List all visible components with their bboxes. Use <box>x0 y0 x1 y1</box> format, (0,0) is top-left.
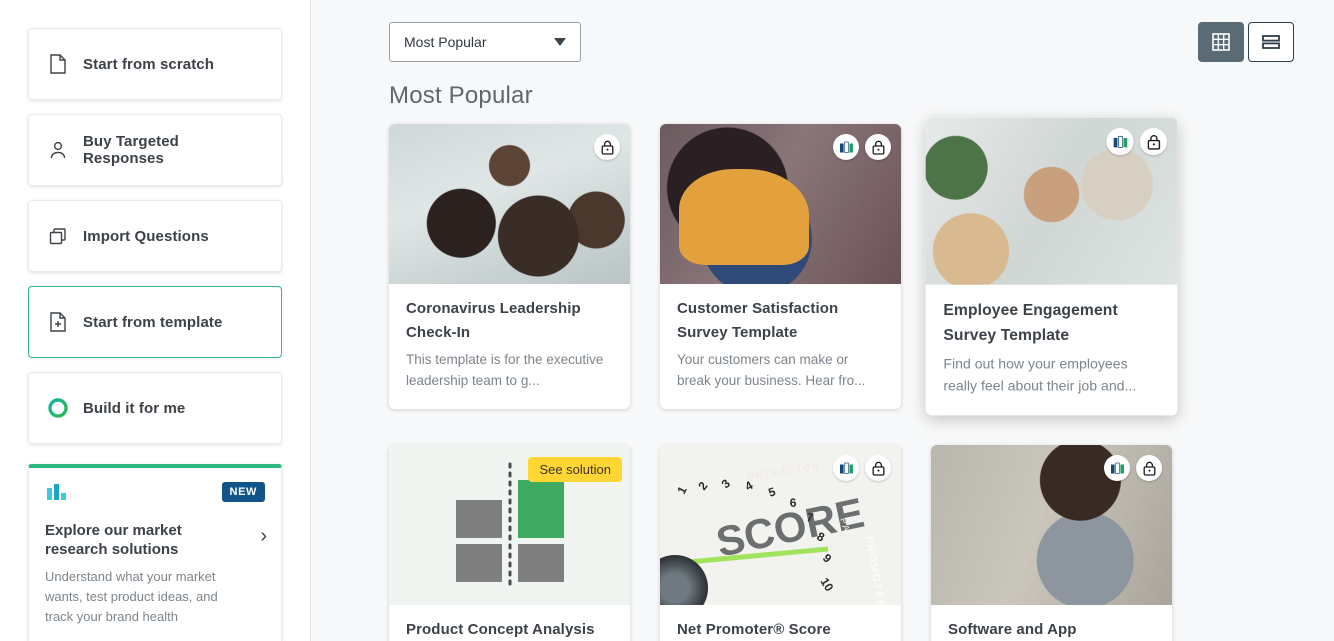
card-badges <box>833 134 891 160</box>
sort-dropdown[interactable]: Most Popular <box>389 22 581 62</box>
template-card[interactable]: Employee Engagement Survey Template Find… <box>925 117 1178 416</box>
card-badges <box>1104 455 1162 481</box>
card-body: Software and App <box>931 605 1172 641</box>
card-image <box>931 445 1172 605</box>
sidebar-item-label: Build it for me <box>83 399 186 417</box>
lock-icon <box>865 134 891 160</box>
sidebar-item-label: Start from template <box>83 313 223 331</box>
promo-description: Understand what your market wants, test … <box>45 569 218 624</box>
card-badges <box>594 134 620 160</box>
template-card[interactable]: Coronavirus Leadership Check-In This tem… <box>389 124 630 409</box>
bar-chart-icon <box>1104 455 1130 481</box>
green-ring-icon <box>47 397 69 419</box>
card-title: Employee Engagement Survey Template <box>943 301 1118 345</box>
svg-text:10: 10 <box>817 575 836 594</box>
sidebar-item-label: Import Questions <box>83 227 209 245</box>
list-view-button[interactable] <box>1248 22 1294 62</box>
card-image: SCORE DETRACTOR PASSIVE PROMOTER 1 2 3 4… <box>660 445 901 605</box>
sidebar-item-start-from-scratch[interactable]: Start from scratch <box>28 28 282 100</box>
toolbar: Most Popular <box>389 22 1294 62</box>
svg-text:6: 6 <box>789 496 797 510</box>
page-plus-icon <box>47 311 69 333</box>
promo-header: NEW <box>45 482 265 509</box>
sidebar-item-import-questions[interactable]: Import Questions <box>28 200 282 272</box>
card-title: Coronavirus Leadership Check-In <box>406 300 581 341</box>
template-card[interactable]: See solution Product Concept Analysis <box>389 445 630 641</box>
bar-chart-icon <box>45 482 69 509</box>
see-solution-badge[interactable]: See solution <box>528 457 622 482</box>
card-description: This template is for the executive leade… <box>406 352 604 388</box>
card-badges <box>833 455 891 481</box>
lock-icon <box>865 455 891 481</box>
grid-view-button[interactable] <box>1198 22 1244 62</box>
card-badges <box>1106 128 1167 156</box>
svg-text:4: 4 <box>743 478 756 494</box>
list-icon <box>1262 35 1280 49</box>
person-icon <box>47 139 69 161</box>
grid-icon <box>1212 33 1230 51</box>
svg-text:3: 3 <box>719 476 734 491</box>
copy-pages-icon <box>47 225 69 247</box>
market-research-promo-card[interactable]: NEW Explore our market research solution… <box>28 464 282 641</box>
card-title: Product Concept Analysis <box>406 621 595 638</box>
svg-text:9: 9 <box>820 551 835 566</box>
card-title: Net Promoter® Score <box>677 621 831 638</box>
card-image <box>389 124 630 284</box>
card-title: Customer Satisfaction Survey Template <box>677 300 839 341</box>
sidebar: Start from scratch Buy Targeted Response… <box>0 0 311 641</box>
page-icon <box>47 53 69 75</box>
section-title: Most Popular <box>389 82 533 109</box>
template-card[interactable]: Customer Satisfaction Survey Template Yo… <box>660 124 901 409</box>
sidebar-item-start-from-template[interactable]: Start from template <box>28 286 282 358</box>
template-grid: Coronavirus Leadership Check-In This tem… <box>389 117 1294 641</box>
sidebar-item-buy-targeted-responses[interactable]: Buy Targeted Responses <box>28 114 282 186</box>
svg-text:1: 1 <box>674 484 690 497</box>
svg-text:DETRACTOR: DETRACTOR <box>747 461 822 481</box>
card-description: Your customers can make or break your bu… <box>677 352 866 388</box>
view-toggle-group <box>1198 22 1294 62</box>
svg-text:2: 2 <box>695 479 710 493</box>
card-description: Find out how your employees really feel … <box>943 355 1137 394</box>
card-image <box>660 124 901 284</box>
svg-text:PROMOTER: PROMOTER <box>863 536 887 605</box>
card-body: Customer Satisfaction Survey Template Yo… <box>660 284 901 409</box>
promo-title: Explore our market research solutions <box>45 522 182 558</box>
template-card[interactable]: SCORE DETRACTOR PASSIVE PROMOTER 1 2 3 4… <box>660 445 901 641</box>
card-image <box>925 117 1178 285</box>
card-image: See solution <box>389 445 630 605</box>
template-card[interactable]: Software and App <box>931 445 1172 641</box>
sidebar-item-build-it-for-me[interactable]: Build it for me <box>28 372 282 444</box>
bar-chart-icon <box>1106 128 1134 156</box>
lock-icon <box>1136 455 1162 481</box>
card-title: Software and App <box>948 621 1077 638</box>
chevron-down-icon <box>554 38 566 46</box>
main-content: Most Popular Most Popular Coronavirus Le… <box>311 0 1334 641</box>
card-body: Employee Engagement Survey Template Find… <box>926 285 1178 416</box>
svg-text:5: 5 <box>767 484 778 499</box>
bar-chart-icon <box>833 455 859 481</box>
sidebar-item-label: Buy Targeted Responses <box>83 133 179 167</box>
new-badge: NEW <box>221 482 265 502</box>
lock-icon <box>594 134 620 160</box>
card-body: Coronavirus Leadership Check-In This tem… <box>389 284 630 409</box>
sidebar-item-label: Start from scratch <box>83 55 215 73</box>
chevron-right-icon[interactable]: › <box>260 526 267 546</box>
bar-chart-icon <box>833 134 859 160</box>
page-root: Start from scratch Buy Targeted Response… <box>0 0 1334 641</box>
lock-icon <box>1139 128 1167 156</box>
card-body: Net Promoter® Score <box>660 605 901 641</box>
sort-dropdown-value: Most Popular <box>404 34 487 50</box>
card-body: Product Concept Analysis <box>389 605 630 641</box>
